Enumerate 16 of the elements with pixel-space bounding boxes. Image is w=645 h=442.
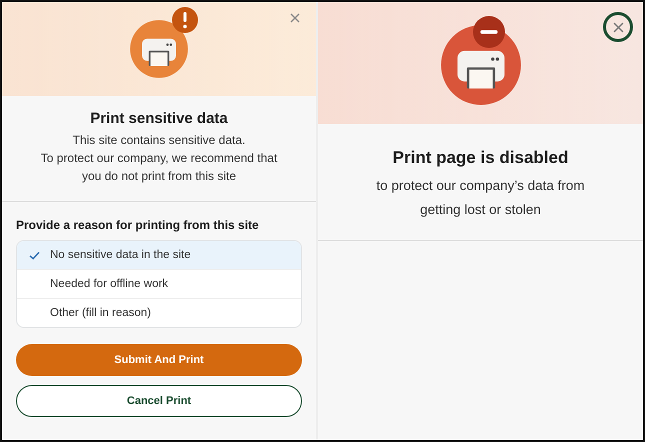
reason-option[interactable]: Other (fill in reason) xyxy=(17,298,301,327)
close-button[interactable] xyxy=(603,12,633,42)
reason-option[interactable]: No sensitive data in the site xyxy=(17,241,301,269)
dialog-message: This site contains sensitive data. To protect our company, we recommend that you do not print from this site xyxy=(40,132,278,185)
close-icon xyxy=(612,22,624,32)
close-icon xyxy=(290,13,300,23)
submit-button[interactable]: Submit And Print xyxy=(16,344,302,376)
reason-option[interactable]: Needed for offline work xyxy=(17,269,301,298)
dialog-title: Print sensitive data xyxy=(89,110,229,127)
check-icon xyxy=(29,250,40,260)
cancel-button[interactable]: Cancel Print xyxy=(16,385,302,417)
reason-label: Provide a reason for printing from this site xyxy=(16,218,260,232)
warning-badge-icon xyxy=(172,7,198,33)
dialog-message: to protect our company’s data from getting lost or stolen xyxy=(375,177,586,219)
dialog-title: Print page is disabled xyxy=(392,148,570,168)
blocked-badge-icon xyxy=(473,16,505,48)
